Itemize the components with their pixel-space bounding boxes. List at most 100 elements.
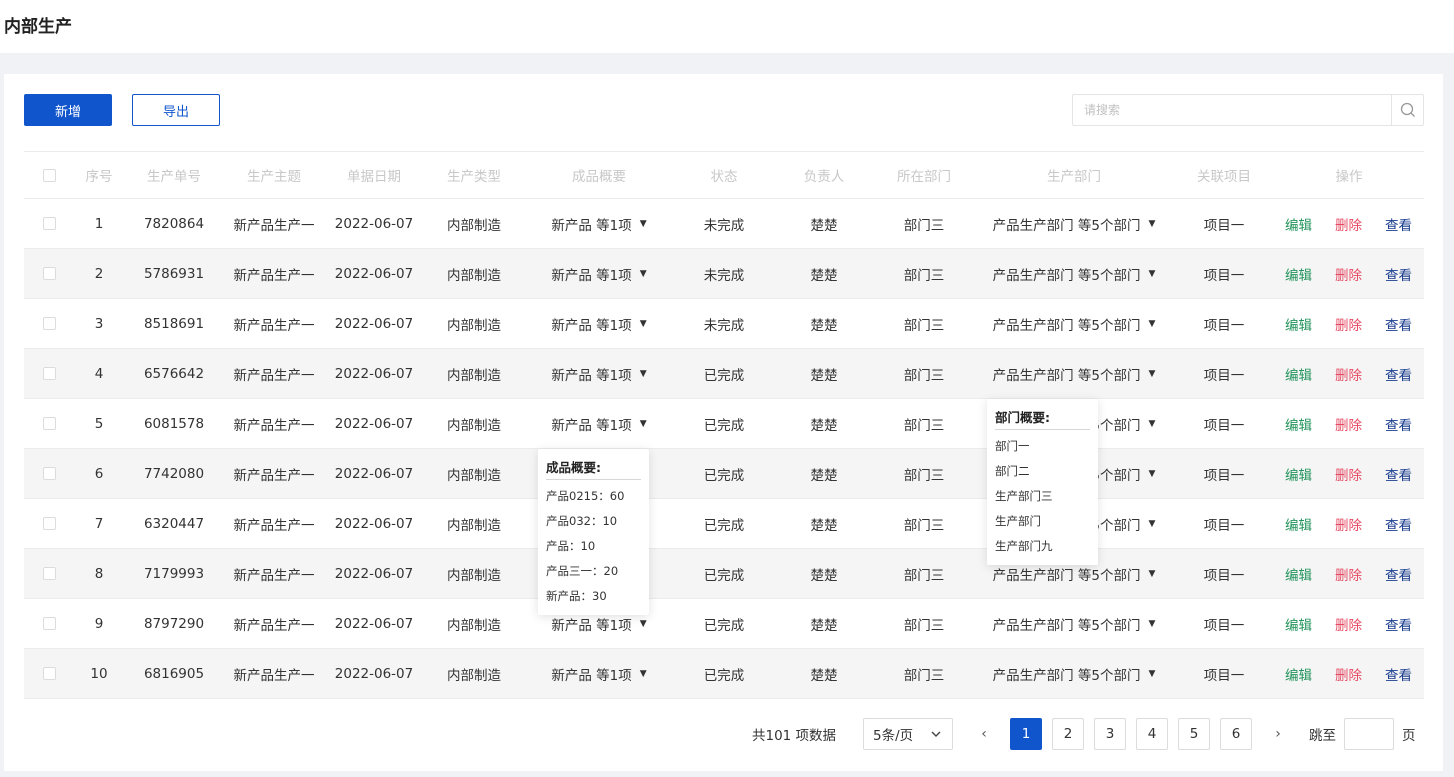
product-summary-popover: 成品概要: 产品0215：60 产品032：10 产品：10 产品三一：20 新…: [538, 449, 649, 615]
delete-link[interactable]: 删除: [1335, 249, 1362, 298]
row-checkbox[interactable]: [42, 517, 56, 530]
page-button-4[interactable]: 4: [1136, 718, 1168, 750]
delete-link[interactable]: 删除: [1335, 499, 1362, 548]
cell-topic: 新产品生产一: [233, 617, 315, 634]
row-checkbox[interactable]: [42, 667, 56, 680]
view-link[interactable]: 查看: [1385, 499, 1412, 548]
edit-link[interactable]: 编辑: [1285, 499, 1312, 548]
row-checkbox[interactable]: [42, 617, 56, 630]
export-button[interactable]: 导出: [132, 94, 220, 126]
row-select-cell[interactable]: [24, 299, 74, 348]
view-link[interactable]: 查看: [1385, 199, 1412, 248]
table-row: 76320447新产品生产一2022-06-07内部制造已完成楚楚部门三项目一新…: [24, 499, 1424, 549]
cell-products-dropdown[interactable]: 新产品 等1项 ▼: [524, 199, 674, 248]
next-page-button[interactable]: ›: [1262, 718, 1294, 750]
row-select-cell[interactable]: [24, 199, 74, 248]
cell-owner: 楚楚: [810, 367, 838, 384]
view-link[interactable]: 查看: [1385, 649, 1412, 698]
edit-link[interactable]: 编辑: [1285, 449, 1312, 498]
row-checkbox[interactable]: [42, 567, 56, 580]
row-select-cell[interactable]: [24, 399, 74, 448]
edit-link[interactable]: 编辑: [1285, 299, 1312, 348]
row-select-cell[interactable]: [24, 499, 74, 548]
cell-products-dropdown[interactable]: 新产品 等1项 ▼: [524, 249, 674, 298]
cell-order-no: 8797290: [143, 615, 205, 632]
edit-link[interactable]: 编辑: [1285, 199, 1312, 248]
cell-dept: 部门三: [903, 667, 945, 684]
row-select-cell[interactable]: [24, 349, 74, 398]
row-select-cell[interactable]: [24, 449, 74, 498]
row-select-cell[interactable]: [24, 599, 74, 648]
row-checkbox[interactable]: [42, 317, 56, 330]
delete-link[interactable]: 删除: [1335, 599, 1362, 648]
row-checkbox[interactable]: [42, 417, 56, 430]
row-select-cell[interactable]: [24, 549, 74, 598]
cell-prod-dept-dropdown[interactable]: 产品生产部门 等5个部门 ▼: [974, 649, 1174, 698]
cell-products-dropdown[interactable]: 新产品 等1项 ▼: [524, 399, 674, 448]
view-link[interactable]: 查看: [1385, 549, 1412, 598]
view-link[interactable]: 查看: [1385, 299, 1412, 348]
view-link[interactable]: 查看: [1385, 349, 1412, 398]
page-size-select[interactable]: 5条/页: [863, 718, 953, 750]
products-summary-text: 新产品 等1项: [551, 367, 632, 384]
add-button[interactable]: 新增: [24, 94, 112, 126]
cell-prod-dept-dropdown[interactable]: 产品生产部门 等5个部门 ▼: [974, 349, 1174, 398]
row-select-cell[interactable]: [24, 249, 74, 298]
cell-project: 项目一: [1203, 617, 1245, 634]
edit-link[interactable]: 编辑: [1285, 249, 1312, 298]
cell-order-no: 7179993: [143, 565, 205, 582]
search-input[interactable]: [1073, 95, 1391, 125]
cell-products-dropdown[interactable]: 新产品 等1项 ▼: [524, 349, 674, 398]
page-button-6[interactable]: 6: [1220, 718, 1252, 750]
prev-page-button[interactable]: ‹: [968, 718, 1000, 750]
page-header: 内部生产: [0, 0, 1454, 53]
delete-link[interactable]: 删除: [1335, 549, 1362, 598]
products-summary-text: 新产品 等1项: [551, 317, 632, 334]
delete-link[interactable]: 删除: [1335, 649, 1362, 698]
goto-page-input[interactable]: [1344, 718, 1394, 750]
cell-products-dropdown[interactable]: 新产品 等1项 ▼: [524, 649, 674, 698]
select-all-checkbox[interactable]: [42, 168, 56, 182]
delete-link[interactable]: 删除: [1335, 349, 1362, 398]
row-checkbox[interactable]: [42, 267, 56, 280]
view-link[interactable]: 查看: [1385, 599, 1412, 648]
cell-owner: 楚楚: [810, 217, 838, 234]
edit-link[interactable]: 编辑: [1285, 599, 1312, 648]
page-button-1[interactable]: 1: [1010, 718, 1042, 750]
page-button-2[interactable]: 2: [1052, 718, 1084, 750]
row-checkbox[interactable]: [42, 467, 56, 480]
search-button[interactable]: [1391, 95, 1423, 125]
dept-popover-item: 生产部门: [995, 514, 1041, 528]
edit-link[interactable]: 编辑: [1285, 349, 1312, 398]
cell-project: 项目一: [1203, 567, 1245, 584]
delete-link[interactable]: 删除: [1335, 449, 1362, 498]
edit-link[interactable]: 编辑: [1285, 399, 1312, 448]
view-link[interactable]: 查看: [1385, 399, 1412, 448]
cell-dept: 部门三: [903, 567, 945, 584]
cell-date: 2022-06-07: [334, 365, 414, 382]
edit-link[interactable]: 编辑: [1285, 549, 1312, 598]
cell-products-dropdown[interactable]: 新产品 等1项 ▼: [524, 299, 674, 348]
caret-down-icon: ▼: [1148, 218, 1156, 229]
edit-link[interactable]: 编辑: [1285, 649, 1312, 698]
prod-dept-summary-text: 产品生产部门 等5个部门: [992, 317, 1141, 334]
row-checkbox[interactable]: [42, 217, 56, 230]
delete-link[interactable]: 删除: [1335, 399, 1362, 448]
cell-prod-dept-dropdown[interactable]: 产品生产部门 等5个部门 ▼: [974, 249, 1174, 298]
cell-prod-dept-dropdown[interactable]: 产品生产部门 等5个部门 ▼: [974, 599, 1174, 648]
cell-dept: 部门三: [903, 617, 945, 634]
cell-prod-dept-dropdown[interactable]: 产品生产部门 等5个部门 ▼: [974, 299, 1174, 348]
page-button-3[interactable]: 3: [1094, 718, 1126, 750]
view-link[interactable]: 查看: [1385, 249, 1412, 298]
delete-link[interactable]: 删除: [1335, 299, 1362, 348]
cell-prod-dept-dropdown[interactable]: 产品生产部门 等5个部门 ▼: [974, 199, 1174, 248]
caret-down-icon: ▼: [1148, 268, 1156, 279]
delete-link[interactable]: 删除: [1335, 199, 1362, 248]
product-popover-item: 新产品：30: [546, 589, 607, 603]
page-button-5[interactable]: 5: [1178, 718, 1210, 750]
header-select-all[interactable]: [24, 152, 74, 198]
row-checkbox[interactable]: [42, 367, 56, 380]
cell-type: 内部制造: [447, 567, 501, 584]
view-link[interactable]: 查看: [1385, 449, 1412, 498]
row-select-cell[interactable]: [24, 649, 74, 698]
